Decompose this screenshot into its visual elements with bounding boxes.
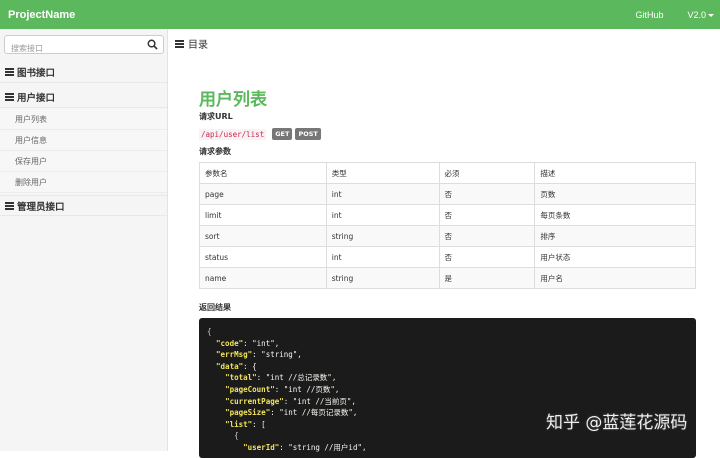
column-header: 类型 [325, 162, 440, 184]
sidebar-item-delete-user[interactable]: 删除用户 [0, 172, 167, 193]
code-line: "data": { [216, 361, 257, 371]
table-header-row: 参数名 类型 必须 描述 [199, 162, 696, 184]
page-title: 用户列表 [199, 90, 267, 110]
search-icon[interactable] [147, 39, 158, 50]
github-link[interactable]: GitHub [635, 10, 663, 20]
list-icon [5, 201, 14, 210]
method-badge-post: POST [295, 128, 321, 140]
table-cell: 页数 [534, 183, 696, 205]
table-cell: 用户名 [534, 267, 696, 289]
code-line: "pageCount": "int //页数", [225, 384, 340, 394]
table-cell: 用户状态 [534, 246, 696, 268]
column-header: 必须 [438, 162, 536, 184]
table-cell: 否 [438, 183, 536, 205]
table-cell: 否 [438, 225, 536, 247]
sidebar-section-label: 管理员接口 [17, 201, 65, 213]
params-table: 参数名 类型 必须 描述 page int 否 页数 limit int 否 每… [199, 162, 696, 289]
code-line: { [207, 327, 212, 336]
toc-toggle[interactable]: 目录 [175, 36, 208, 51]
sidebar-section-label: 用户接口 [17, 93, 56, 104]
table-cell: string [325, 267, 440, 289]
table-cell: 否 [438, 246, 536, 268]
request-params-label: 请求参数 [199, 147, 231, 156]
table-row: sort string 否 排序 [199, 225, 696, 247]
table-cell: 否 [438, 204, 536, 226]
code-line: "total": "int //总记录数", [225, 373, 337, 383]
list-icon [5, 93, 14, 101]
list-icon [175, 39, 184, 48]
sidebar-item-save-user[interactable]: 保存用户 [0, 151, 167, 172]
sidebar: 图书接口 用户接口 用户列表 用户信息 保存用户 删除用户 管理员接口 [0, 29, 168, 451]
column-header: 参数名 [199, 162, 327, 184]
table-cell: string [325, 225, 440, 247]
sidebar-section-user-api[interactable]: 用户接口 [0, 87, 167, 108]
list-icon [5, 68, 14, 76]
sidebar-item-user-list[interactable]: 用户列表 [0, 109, 167, 130]
table-row: status int 否 用户状态 [199, 246, 696, 268]
method-badge-get: GET [272, 128, 293, 140]
code-line: "userId": "string //用户id", [243, 442, 367, 452]
endpoint-url: /api/user/list [199, 128, 267, 140]
sidebar-section-book-api[interactable]: 图书接口 [0, 62, 167, 83]
toc-label: 目录 [188, 40, 208, 51]
sidebar-item-user-info[interactable]: 用户信息 [0, 130, 167, 151]
top-nav-right: GitHub V2.0 [635, 10, 720, 20]
version-dropdown[interactable]: V2.0 [687, 10, 714, 20]
table-cell: int [325, 183, 440, 205]
watermark: 知乎 @蓝莲花源码 [546, 413, 688, 433]
code-line: "code": "int", [216, 338, 280, 348]
table-cell: 每页条数 [534, 204, 696, 226]
search-input[interactable] [5, 40, 143, 57]
table-cell: status [199, 246, 327, 268]
table-cell: page [199, 183, 327, 205]
endpoint-row: /api/user/list GET POST [199, 128, 321, 140]
table-cell: int [325, 204, 440, 226]
top-navbar: ProjectName GitHub V2.0 [0, 0, 720, 29]
code-line: "currentPage": "int //当前页", [225, 396, 356, 406]
table-cell: name [199, 267, 327, 289]
table-cell: 排序 [534, 225, 696, 247]
brand-logo-text[interactable]: ProjectName [0, 9, 75, 21]
code-line: "errMsg": "string", [216, 350, 302, 360]
table-row: page int 否 页数 [199, 183, 696, 205]
search-box [4, 35, 164, 57]
table-row: name string 是 用户名 [199, 267, 696, 289]
response-code-block: { "code": "int", "errMsg": "string", "da… [199, 318, 696, 458]
sidebar-section-label: 图书接口 [17, 68, 56, 79]
sidebar-section-admin-api[interactable]: 管理员接口 [0, 195, 167, 216]
table-cell: sort [199, 225, 327, 247]
table-cell: int [325, 246, 440, 268]
response-label: 返回结果 [199, 303, 231, 312]
table-cell: 是 [438, 267, 536, 289]
chevron-down-icon [708, 13, 714, 17]
column-header: 描述 [534, 162, 696, 184]
version-label: V2.0 [687, 9, 706, 20]
table-cell: limit [199, 204, 327, 226]
request-url-label: 请求URL [199, 112, 233, 121]
table-row: limit int 否 每页条数 [199, 204, 696, 226]
